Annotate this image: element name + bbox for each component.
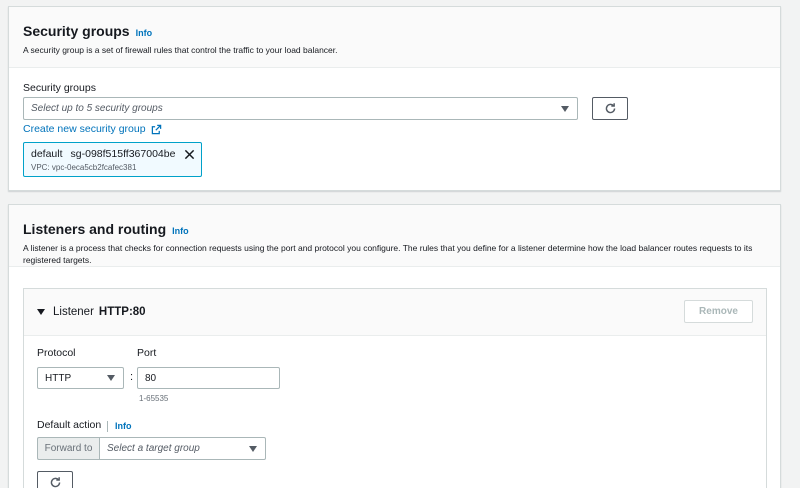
selected-security-group-token: default sg-098f515ff367004be VPC: vpc-0e…: [23, 142, 202, 177]
protocol-select[interactable]: HTTP: [37, 367, 124, 389]
expand-triangle-icon: [37, 309, 45, 315]
listeners-description: A listener is a process that checks for …: [23, 243, 753, 265]
security-groups-header: Security groups Info A security group is…: [9, 7, 780, 68]
token-group-id: sg-098f515ff367004be: [70, 148, 176, 160]
caret-down-icon: [107, 375, 115, 381]
create-security-group-label: Create new security group: [23, 123, 146, 135]
security-groups-title: Security groups: [23, 23, 130, 39]
refresh-icon: [50, 477, 60, 488]
listeners-info-link[interactable]: Info: [172, 226, 189, 236]
listeners-routing-panel: Listeners and routing Info A listener is…: [8, 204, 781, 488]
protocol-label: Protocol: [37, 347, 76, 359]
refresh-security-groups-button[interactable]: [592, 97, 628, 120]
security-groups-panel: Security groups Info A security group is…: [8, 6, 781, 191]
security-groups-info-link[interactable]: Info: [136, 28, 153, 38]
port-label: Port: [137, 347, 157, 359]
caret-down-icon: [249, 445, 257, 452]
protocol-value: HTTP: [45, 372, 72, 384]
caret-down-icon: [561, 105, 569, 112]
forward-to-addon: Forward to: [37, 437, 99, 460]
remove-listener-button[interactable]: Remove: [684, 300, 753, 323]
security-groups-select-placeholder: Select up to 5 security groups: [31, 103, 163, 114]
listener-toggle[interactable]: Listener HTTP:80: [37, 306, 146, 318]
token-vpc: VPC: vpc-0eca5cb2fcafec381: [31, 163, 137, 172]
listener-header: Listener HTTP:80 Remove: [24, 289, 766, 336]
refresh-target-groups-button[interactable]: [37, 471, 73, 488]
create-security-group-link[interactable]: Create new security group: [23, 123, 162, 135]
default-action-label: Default action: [37, 419, 102, 431]
listener-card: Listener HTTP:80 Remove Protocol HTTP : …: [23, 288, 767, 488]
token-group-name: default: [31, 148, 63, 160]
security-groups-description: A security group is a set of firewall ru…: [23, 45, 338, 55]
external-link-icon: [151, 124, 161, 134]
listeners-header: Listeners and routing Info A listener is…: [9, 205, 780, 267]
close-icon[interactable]: [184, 149, 195, 160]
target-group-select[interactable]: Select a target group: [99, 437, 266, 460]
refresh-icon: [605, 103, 615, 114]
port-value: 80: [145, 372, 157, 384]
security-groups-field-label: Security groups: [23, 82, 96, 94]
listener-label: Listener: [53, 306, 94, 318]
protocol-port-separator: :: [130, 371, 134, 383]
port-hint: 1-65535: [139, 394, 169, 403]
port-input[interactable]: 80: [137, 367, 280, 389]
listener-port-label: HTTP:80: [98, 306, 146, 318]
target-group-placeholder: Select a target group: [107, 443, 200, 454]
default-action-info-link[interactable]: Info: [115, 421, 132, 431]
default-action-divider: [107, 421, 108, 432]
security-groups-select[interactable]: Select up to 5 security groups: [23, 97, 578, 120]
listeners-title: Listeners and routing: [23, 221, 167, 237]
